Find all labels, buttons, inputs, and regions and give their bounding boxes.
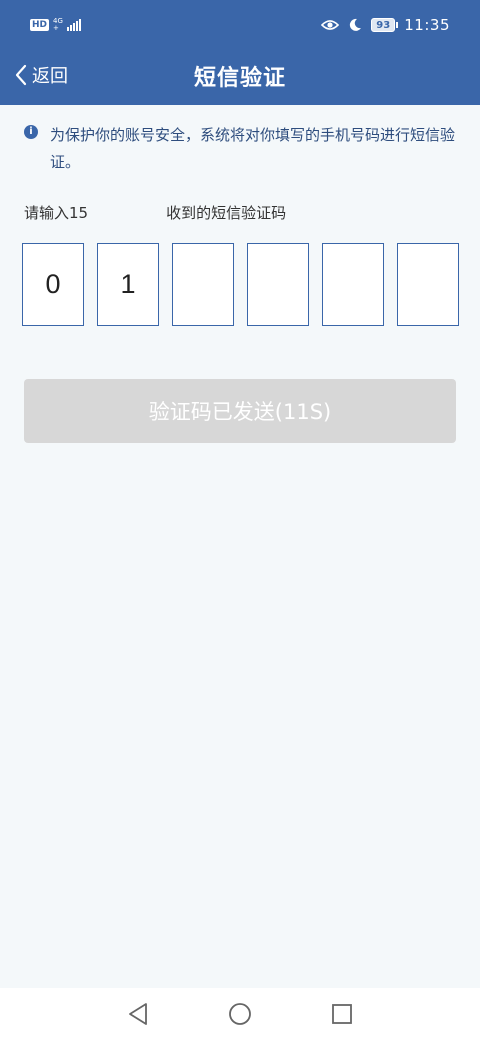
security-notice: i 为保护你的账号安全，系统将对你填写的手机号码进行短信验证。: [24, 122, 460, 176]
home-circle-icon: [229, 1003, 251, 1025]
recents-square-icon: [332, 1004, 352, 1024]
nav-recents-button[interactable]: [326, 998, 358, 1030]
notice-text: 为保护你的账号安全，系统将对你填写的手机号码进行短信验证。: [50, 126, 456, 171]
moon-icon: [350, 18, 362, 31]
code-digit-box[interactable]: [247, 243, 309, 326]
nav-back-button[interactable]: [122, 998, 154, 1030]
code-digit-box[interactable]: 1: [97, 243, 159, 326]
back-triangle-icon: [129, 1003, 147, 1025]
network-sub-label: +: [53, 24, 59, 32]
hd-icon: HD: [30, 19, 50, 31]
nav-home-button[interactable]: [224, 998, 256, 1030]
code-digit-box[interactable]: [172, 243, 234, 326]
network-type: 4G +: [53, 18, 63, 32]
page-title: 短信验证: [193, 66, 286, 91]
code-digit-box[interactable]: [397, 243, 459, 326]
app-header: HD 4G + 93 11:35 返回 短信验证: [0, 0, 480, 105]
status-right: 93 11:35: [321, 16, 450, 34]
status-bar: HD 4G + 93 11:35: [0, 0, 480, 52]
signal-icon: [66, 19, 81, 31]
eye-icon: [321, 20, 340, 30]
battery-icon: 93: [371, 18, 399, 32]
prompt-prefix: 请输入15: [24, 204, 89, 222]
sms-prompt: 请输入15 收到的短信验证码: [24, 202, 286, 223]
code-input-group: 0 1: [22, 243, 459, 326]
info-icon: i: [24, 125, 38, 139]
clock: 11:35: [404, 16, 450, 34]
code-digit-box[interactable]: [322, 243, 384, 326]
code-digit-box[interactable]: 0: [22, 243, 84, 326]
prompt-suffix: 收到的短信验证码: [166, 204, 287, 222]
system-nav-bar: [0, 988, 480, 1040]
masked-phone: [88, 202, 167, 223]
status-left: HD 4G +: [30, 18, 81, 32]
resend-code-button[interactable]: 验证码已发送(11S): [24, 379, 456, 443]
